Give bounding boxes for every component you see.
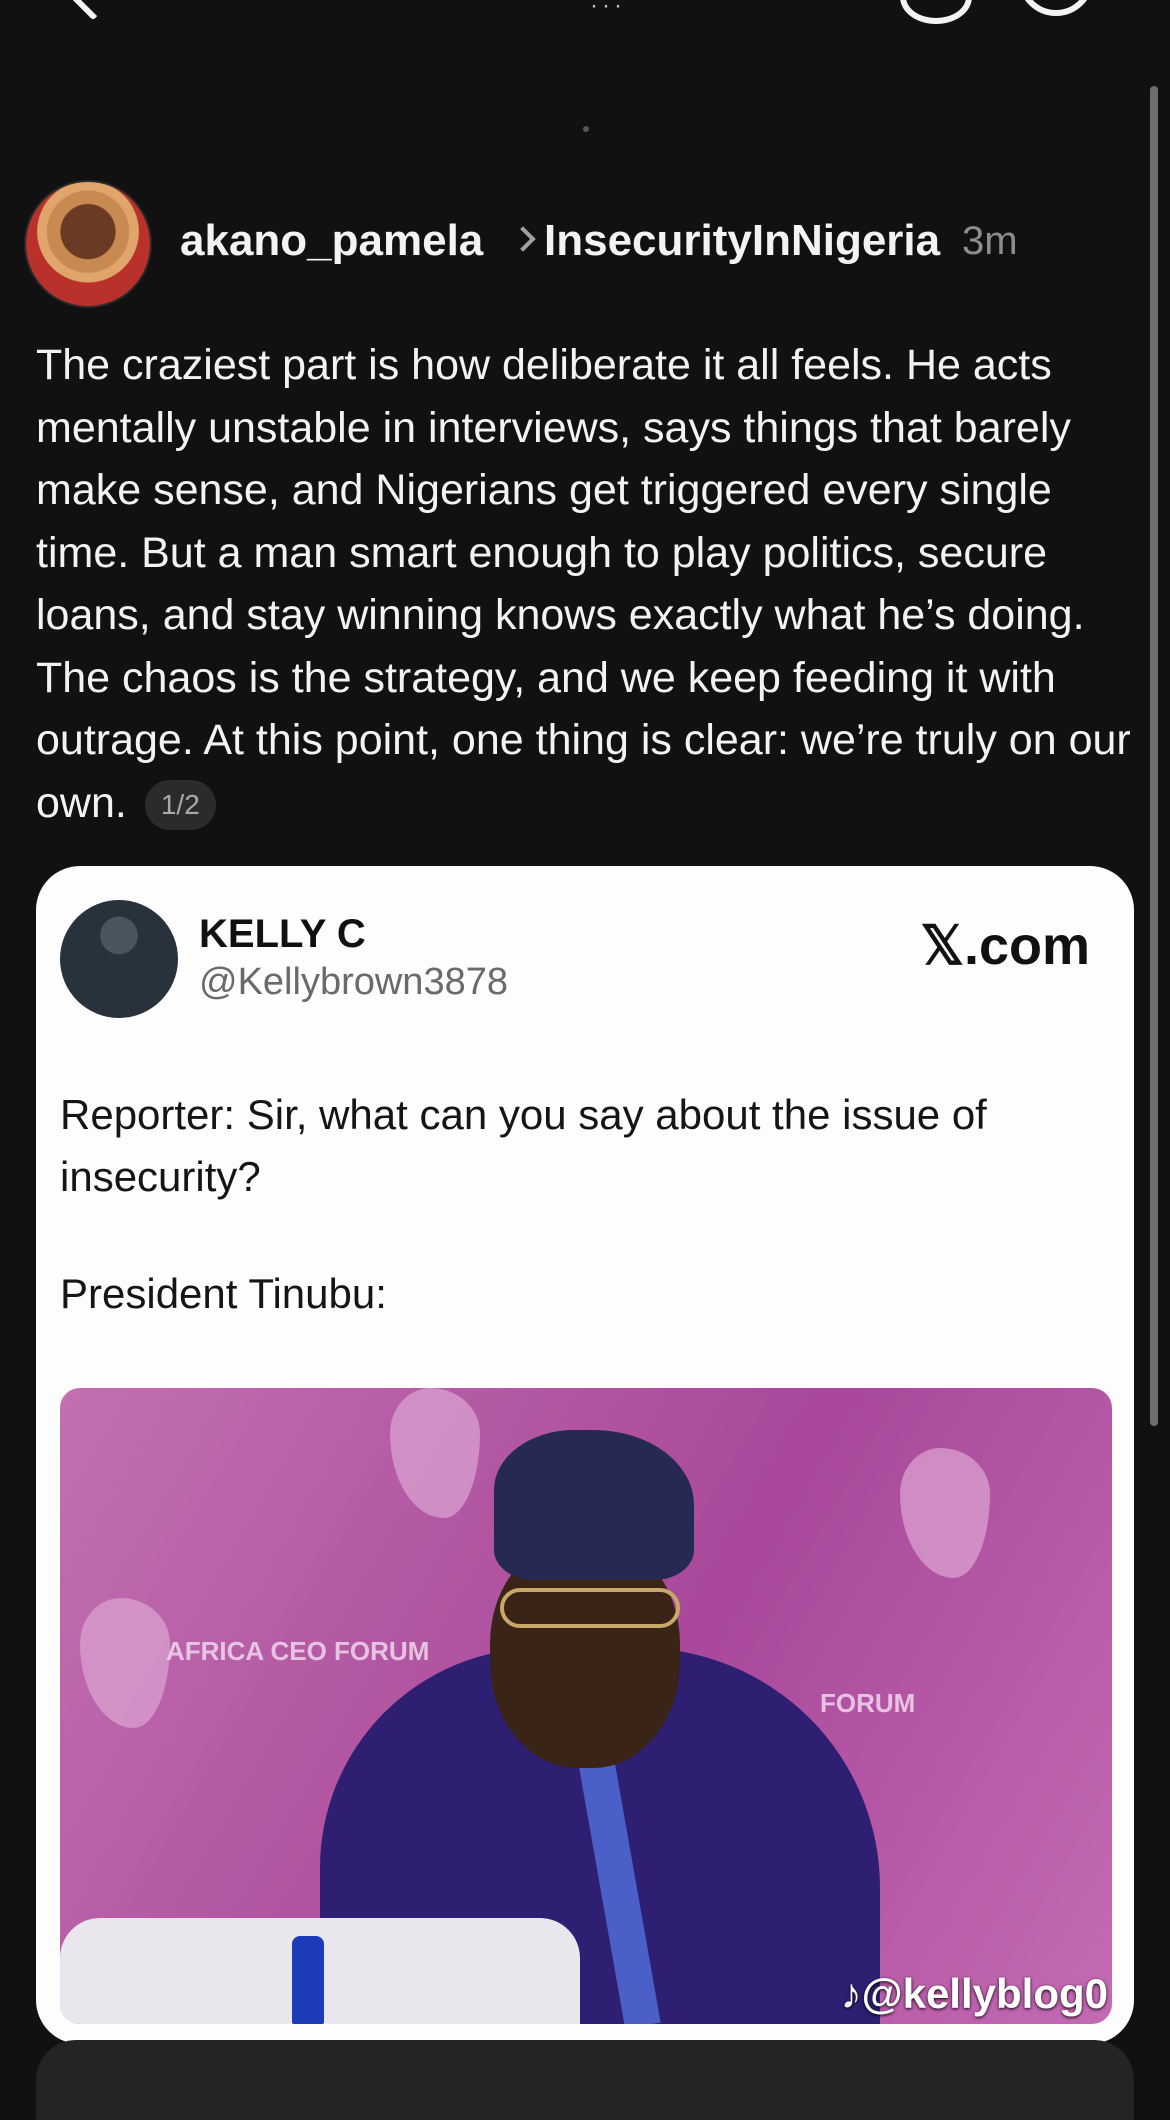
avatar[interactable] [24, 180, 152, 308]
profile-circle-icon[interactable] [1018, 0, 1094, 16]
post-header: akano_pamela InsecurityInNigeria 3m [24, 180, 1124, 312]
page-indicator-badge: 1/2 [144, 780, 216, 831]
person-cap [494, 1430, 694, 1580]
more-dots-icon[interactable]: ··· [590, 0, 626, 20]
tweet-photo: AFRICA CEO FORUM FORUM ♪@kellyblog0 [60, 1388, 1112, 2024]
pull-indicator [583, 126, 589, 132]
tweet-text-2: President Tinubu: [60, 1270, 387, 1317]
photo-backdrop-label: FORUM [820, 1688, 916, 1718]
water-bottle [292, 1936, 324, 2024]
africa-map-shape [900, 1448, 990, 1578]
post-body: The craziest part is how deliberate it a… [36, 334, 1146, 834]
tweet-avatar [60, 900, 178, 1018]
next-card-peek [36, 2040, 1134, 2120]
back-arrow-icon[interactable] [57, 0, 129, 21]
topic-link[interactable]: InsecurityInNigeria [544, 216, 940, 266]
top-bar: ··· [0, 0, 1170, 60]
tiktok-watermark: ♪@kellyblog0 [840, 1970, 1108, 2017]
tweet-author-name: KELLY C [199, 912, 366, 956]
x-logo: 𝕏.com [920, 916, 1090, 976]
africa-map-shape [390, 1388, 480, 1518]
scrollbar[interactable] [1150, 86, 1158, 1426]
glasses [500, 1588, 680, 1628]
chevron-right-icon [510, 226, 536, 252]
post-time: 3m [962, 219, 1018, 263]
photo-backdrop-label: AFRICA CEO FORUM [166, 1636, 430, 1666]
notification-icon[interactable] [900, 0, 972, 24]
post-text: The craziest part is how deliberate it a… [36, 341, 1131, 827]
africa-map-shape [80, 1598, 170, 1728]
embedded-tweet-image[interactable]: KELLY C @Kellybrown3878 𝕏.com Reporter: … [36, 866, 1134, 2044]
tweet-author-handle: @Kellybrown3878 [199, 961, 508, 1003]
username-link[interactable]: akano_pamela [180, 216, 483, 266]
tweet-text: Reporter: Sir, what can you say about th… [60, 1091, 987, 1200]
